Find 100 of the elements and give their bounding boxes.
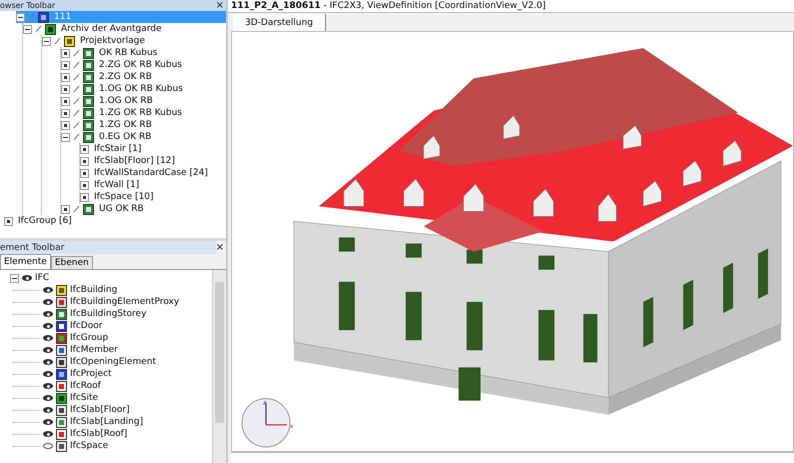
storey-icon xyxy=(83,48,94,58)
storey-icon xyxy=(83,132,94,142)
panel-title: owser Toolbar xyxy=(0,0,56,11)
eye-icon[interactable] xyxy=(43,311,53,317)
eye-icon[interactable] xyxy=(43,335,53,341)
collapse-icon[interactable] xyxy=(16,12,25,22)
tree-item[interactable]: Projektvorlage xyxy=(78,35,147,47)
eye-icon[interactable] xyxy=(43,431,53,437)
tree-item[interactable]: 0.EG OK RB xyxy=(97,131,154,143)
list-item[interactable]: IfcMember xyxy=(70,344,118,356)
eye-icon[interactable] xyxy=(43,299,53,305)
list-item[interactable]: IfcBuildingStorey xyxy=(70,308,146,320)
tree-item[interactable]: UG OK RB xyxy=(97,203,146,215)
site-icon xyxy=(56,392,67,404)
panel-title: ement Toolbar xyxy=(0,242,64,254)
tree-item[interactable]: 2.ZG OK RB xyxy=(97,71,154,83)
list-item[interactable]: IFC xyxy=(35,272,50,284)
storey-icon xyxy=(83,60,94,70)
group-icon xyxy=(56,332,67,344)
tree-item[interactable]: 1.ZG OK RB xyxy=(97,119,154,131)
eye-icon[interactable] xyxy=(22,275,32,281)
roof-icon xyxy=(56,428,67,440)
list-item[interactable]: IfcDoor xyxy=(70,320,102,332)
space-icon xyxy=(56,440,67,452)
eye-icon[interactable] xyxy=(43,407,53,413)
tab[interactable]: Elemente xyxy=(0,254,51,269)
expand-icon[interactable] xyxy=(61,72,70,82)
tree-item[interactable]: IfcWall [1] xyxy=(92,179,142,191)
collapse-icon[interactable] xyxy=(42,36,51,46)
pencil-icon[interactable] xyxy=(54,38,60,44)
expand-icon[interactable] xyxy=(80,156,89,166)
list-item[interactable]: IfcSlab[Roof] xyxy=(70,428,128,440)
tree-item[interactable]: IfcStair [1] xyxy=(92,143,144,155)
expand-icon[interactable] xyxy=(61,108,70,118)
storey-icon xyxy=(83,108,94,118)
tab[interactable]: 3D-Darstellung xyxy=(233,14,326,31)
expand-icon[interactable] xyxy=(61,60,70,70)
collapse-icon[interactable] xyxy=(61,132,70,142)
tree-item[interactable]: IfcWallStandardCase [24] xyxy=(92,167,210,179)
storey-icon xyxy=(83,204,94,214)
close-button[interactable]: × xyxy=(214,242,226,252)
collapse-icon[interactable] xyxy=(23,24,32,34)
list-item[interactable]: IfcSlab[Floor] xyxy=(70,404,130,416)
list-item[interactable]: IfcSlab[Landing] xyxy=(70,416,144,428)
proxy-icon xyxy=(56,296,67,308)
tab[interactable]: Ebenen xyxy=(50,256,93,269)
expand-icon[interactable] xyxy=(80,168,89,178)
building-icon xyxy=(64,36,75,46)
storey-icon xyxy=(56,308,67,320)
expand-icon[interactable] xyxy=(61,96,70,106)
tree-item[interactable]: IfcSlab[Floor] [12] xyxy=(92,155,177,167)
document-title: 111_P2_A_180611 - IFC2X3, ViewDefinition [CoordinationView_V2.0] xyxy=(228,0,794,13)
eye-outline-icon[interactable] xyxy=(43,443,53,449)
tree-item[interactable]: 2.ZG OK RB Kubus xyxy=(97,59,184,71)
expand-icon[interactable] xyxy=(61,48,70,58)
eye-icon[interactable] xyxy=(43,359,53,365)
list-item[interactable]: IfcBuildingElementProxy xyxy=(70,296,180,308)
slab-icon xyxy=(56,404,67,416)
collapse-icon[interactable] xyxy=(10,274,19,282)
tree-item[interactable]: IfcSpace [10] xyxy=(92,191,156,203)
eye-icon[interactable] xyxy=(43,323,53,329)
eye-icon[interactable] xyxy=(43,419,53,425)
expand-icon[interactable] xyxy=(61,204,70,214)
close-button[interactable]: × xyxy=(214,0,226,10)
expand-icon[interactable] xyxy=(61,120,70,130)
expand-icon[interactable] xyxy=(80,180,89,190)
opening-icon xyxy=(56,356,67,368)
tree-item[interactable]: 1.ZG OK RB Kubus xyxy=(97,107,184,119)
pencil-icon[interactable] xyxy=(74,206,80,212)
list-item[interactable]: IfcSpace xyxy=(70,440,108,452)
list-item[interactable]: IfcProject xyxy=(70,368,112,380)
eye-icon[interactable] xyxy=(43,287,53,293)
storey-icon xyxy=(83,96,94,106)
storey-icon xyxy=(83,72,94,82)
tree-item[interactable]: IfcGroup [6] xyxy=(16,215,74,227)
eye-icon[interactable] xyxy=(43,395,53,401)
list-item[interactable]: IfcRoof xyxy=(70,380,101,392)
landing-icon xyxy=(56,416,67,428)
eye-icon[interactable] xyxy=(43,347,53,353)
storey-icon xyxy=(83,120,94,130)
building-icon xyxy=(56,284,67,296)
eye-icon[interactable] xyxy=(43,383,53,389)
scrollbar[interactable] xyxy=(212,270,226,463)
tree-item[interactable]: Archiv der Avantgarde xyxy=(59,23,164,35)
project-icon xyxy=(56,368,67,380)
list-item[interactable]: IfcSite xyxy=(70,392,98,404)
tree-item[interactable]: 1.OG OK RB xyxy=(97,95,155,107)
expand-icon[interactable] xyxy=(61,84,70,94)
door-icon xyxy=(56,320,67,332)
expand-icon[interactable] xyxy=(80,192,89,202)
list-item[interactable]: IfcBuilding xyxy=(70,284,118,296)
eye-icon[interactable] xyxy=(43,371,53,377)
member-icon xyxy=(56,344,67,356)
tree-item[interactable]: OK RB Kubus xyxy=(97,47,160,59)
list-item[interactable]: IfcOpeningElement xyxy=(70,356,156,368)
expand-icon[interactable] xyxy=(80,144,89,154)
expand-icon[interactable] xyxy=(4,216,13,226)
list-item[interactable]: IfcGroup xyxy=(70,332,108,344)
tree-item[interactable]: 1.OG OK RB Kubus xyxy=(97,83,185,95)
site-icon xyxy=(45,24,56,34)
